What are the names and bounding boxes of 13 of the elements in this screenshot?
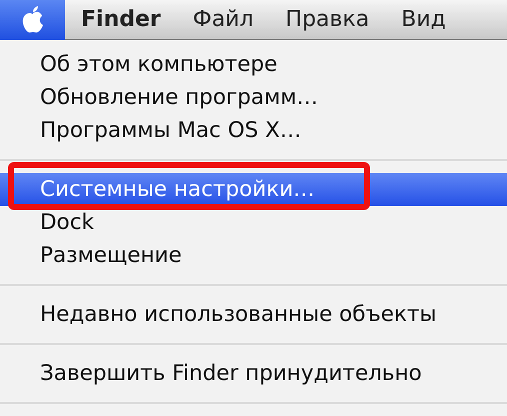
menu-item[interactable]: Обновление программ… (0, 81, 507, 114)
menu-item[interactable]: Системные настройки… (0, 173, 507, 206)
menu-bar-item[interactable]: Правка (270, 0, 386, 40)
menu-item[interactable]: Размещение (0, 239, 507, 272)
menu-item[interactable]: Недавно использованные объекты (0, 298, 507, 331)
menu-item[interactable]: Об этом компьютере (0, 48, 507, 81)
menu-item[interactable]: Программы Mac OS X… (0, 114, 507, 147)
menu-bar-item[interactable]: Вид (385, 0, 462, 40)
menu-bar-item[interactable]: Finder (65, 0, 177, 40)
apple-menu-button[interactable] (0, 0, 65, 40)
menu-item[interactable]: Завершить Finder принудительно (0, 357, 507, 390)
menu-item[interactable]: Dock (0, 206, 507, 239)
menu-bar-item[interactable]: Файл (176, 0, 270, 40)
